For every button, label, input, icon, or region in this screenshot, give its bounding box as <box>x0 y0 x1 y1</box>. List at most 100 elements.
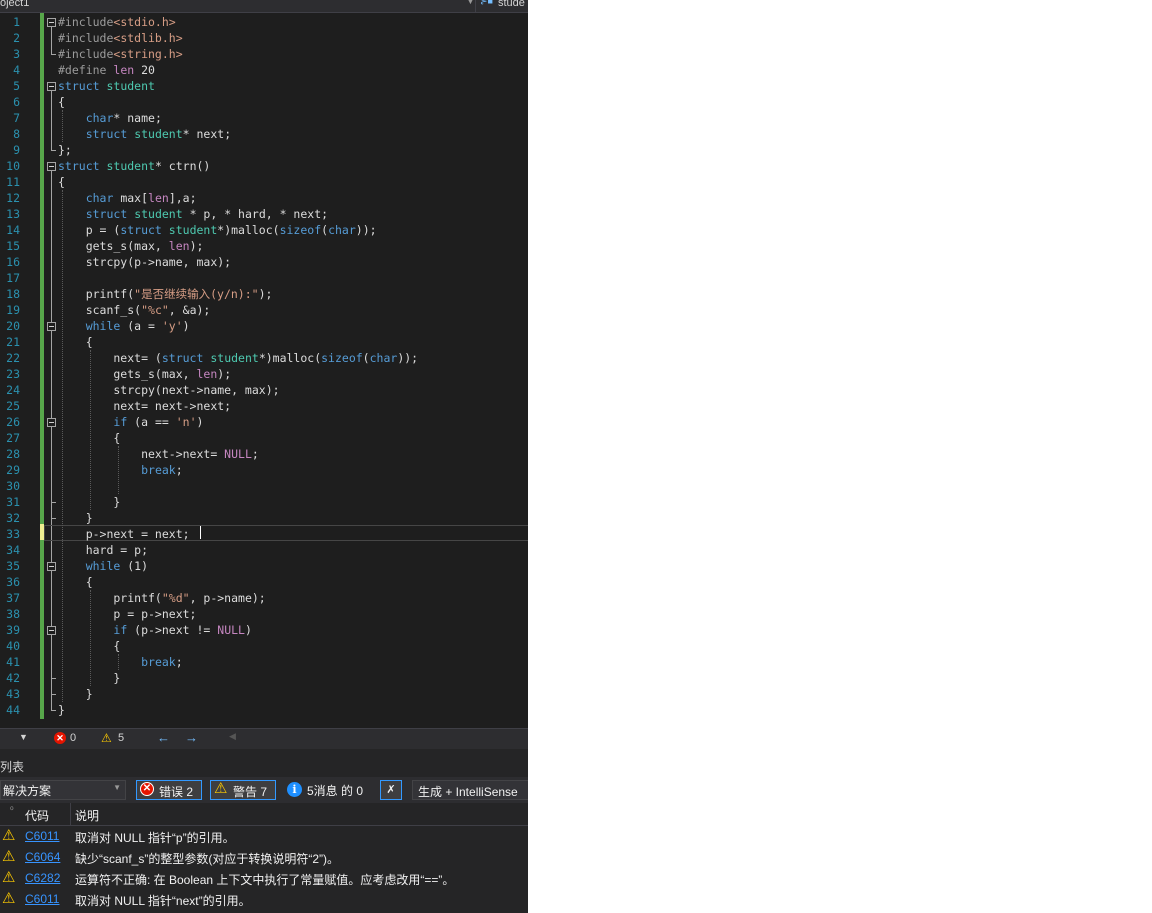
collapse-toggle-icon[interactable] <box>47 82 56 91</box>
code-editor[interactable]: 1 2 3 4 5 6 7 8 9 10 11 12 13 14 15 16 17 18 19 20 21 22 23 24 2… <box>0 13 528 728</box>
indent-guide <box>90 590 91 686</box>
warning-icon: ⚠ <box>2 869 16 886</box>
code-line[interactable]: #define len 20 <box>58 62 155 78</box>
code-line[interactable]: { <box>58 334 93 350</box>
code-line[interactable]: #include<stdlib.h> <box>58 30 183 46</box>
code-line[interactable]: #include<stdio.h> <box>58 14 176 30</box>
errors-filter-button[interactable]: ✕ 错误 2 <box>136 780 202 800</box>
code-line[interactable]: strcpy(p->name, max); <box>58 254 231 270</box>
warning-code-link[interactable]: C6011 <box>25 892 59 906</box>
code-line[interactable]: strcpy(next->name, max); <box>58 382 279 398</box>
code-line[interactable]: printf("是否继续输入(y/n):"); <box>58 286 273 302</box>
line-number: 33 <box>6 527 20 541</box>
code-line[interactable]: scanf_s("%c", &a); <box>58 302 211 318</box>
code-line[interactable]: struct student <box>58 78 155 94</box>
code-line[interactable]: break; <box>58 462 183 478</box>
next-issue-icon[interactable]: → <box>185 730 198 745</box>
warning-icon[interactable]: ⚠ <box>101 731 112 745</box>
code-line[interactable]: break; <box>58 654 183 670</box>
scope-dropdown[interactable]: 解决方案 ▼ <box>0 780 126 800</box>
table-row[interactable]: ⚠ C6011 取消对 NULL 指针“next”的引用。 <box>0 889 528 910</box>
zoom-dropdown-icon[interactable]: ▼ <box>19 732 28 742</box>
sort-icon[interactable]: ⁰ <box>10 805 14 816</box>
column-header-code[interactable]: 代码 <box>25 807 49 824</box>
fold-end <box>51 518 56 519</box>
code-line[interactable]: while (1) <box>58 558 148 574</box>
code-line[interactable]: struct student * p, * hard, * next; <box>58 206 328 222</box>
code-line[interactable]: if (a == 'n') <box>58 414 203 430</box>
code-line[interactable]: p = p->next; <box>58 606 196 622</box>
clear-filter-button[interactable]: ✗ <box>380 780 402 800</box>
indent-guide <box>62 190 63 702</box>
errors-filter-label: 错误 2 <box>159 785 194 799</box>
line-number: 19 <box>6 303 20 317</box>
code-line[interactable]: while (a = 'y') <box>58 318 190 334</box>
chevron-down-icon[interactable]: ▼ <box>466 0 475 6</box>
info-icon[interactable]: i <box>287 782 302 797</box>
code-line[interactable]: next= next->next; <box>58 398 231 414</box>
code-line[interactable]: if (p->next != NULL) <box>58 622 252 638</box>
warning-code-link[interactable]: C6064 <box>25 850 60 864</box>
scroll-left-icon[interactable]: ◀ <box>229 731 236 742</box>
line-number: 14 <box>6 223 20 237</box>
code-line[interactable]: char* name; <box>58 110 162 126</box>
column-divider[interactable] <box>70 803 71 825</box>
indent-guide <box>118 654 119 670</box>
collapse-toggle-icon[interactable] <box>47 562 56 571</box>
line-number: 28 <box>6 447 20 461</box>
table-row[interactable]: ⚠ C6064 缺少“scanf_s”的整型参数(对应于转换说明符“2”)。 <box>0 847 528 868</box>
collapse-toggle-icon[interactable] <box>47 162 56 171</box>
code-line[interactable]: char max[len],a; <box>58 190 197 206</box>
code-area[interactable]: #include<stdio.h> #include<stdlib.h> #incl… <box>58 13 528 728</box>
build-source-dropdown[interactable]: 生成 + IntelliSense <box>412 780 528 800</box>
code-line[interactable]: hard = p; <box>58 542 148 558</box>
line-number: 39 <box>6 623 20 637</box>
code-line[interactable]: struct student* next; <box>58 126 231 142</box>
code-line[interactable]: gets_s(max, len); <box>58 366 231 382</box>
code-line[interactable]: }; <box>58 142 72 158</box>
line-number: 15 <box>6 239 20 253</box>
warning-description: 运算符不正确: 在 Boolean 上下文中执行了常量赋值。应考虑改用“==”。 <box>75 873 455 887</box>
indent-guide <box>90 350 91 510</box>
member-dropdown[interactable]: stude <box>498 0 525 9</box>
code-line[interactable]: { <box>58 94 65 110</box>
previous-issue-icon[interactable]: ← <box>157 730 170 745</box>
messages-filter-label[interactable]: 5消息 的 0 <box>307 782 363 799</box>
warning-code-link[interactable]: C6011 <box>25 829 59 843</box>
code-line[interactable]: } <box>58 702 65 718</box>
line-number: 42 <box>6 671 20 685</box>
code-line[interactable]: next->next= NULL; <box>58 446 259 462</box>
code-line[interactable]: struct student* ctrn() <box>58 158 210 174</box>
table-row[interactable]: ⚠ C6282 运算符不正确: 在 Boolean 上下文中执行了常量赋值。应考… <box>0 868 528 889</box>
project-dropdown[interactable]: oject1 <box>0 0 29 9</box>
fold-line <box>51 91 52 150</box>
code-line[interactable]: { <box>58 574 93 590</box>
code-line[interactable]: #include<string.h> <box>58 46 183 62</box>
code-line[interactable]: } <box>58 510 93 526</box>
code-line[interactable]: p = (struct student*)malloc(sizeof(char)… <box>58 222 377 238</box>
table-row[interactable]: ⚠ C6011 取消对 NULL 指针“p”的引用。 <box>0 826 528 847</box>
warnings-filter-button[interactable]: ⚠ 警告 7 <box>210 780 276 800</box>
navigation-bar: oject1 ▼ ⊱■ stude <box>0 0 528 13</box>
collapse-toggle-icon[interactable] <box>47 322 56 331</box>
code-line[interactable]: p->next = next; <box>58 526 190 542</box>
editor-status-strip: ▼ ✕ 0 ⚠ 5 ← → ◀ <box>0 728 528 749</box>
code-line[interactable]: next= (struct student*)malloc(sizeof(cha… <box>58 350 418 366</box>
column-header-description[interactable]: 说明 <box>75 807 99 824</box>
code-line[interactable]: } <box>58 686 93 702</box>
warning-count[interactable]: 5 <box>118 732 124 744</box>
collapse-toggle-icon[interactable] <box>47 18 56 27</box>
code-line[interactable]: { <box>58 174 65 190</box>
warning-code-link[interactable]: C6282 <box>25 871 60 885</box>
error-icon[interactable]: ✕ <box>54 732 66 744</box>
fold-line <box>51 27 52 54</box>
code-line[interactable]: gets_s(max, len); <box>58 238 204 254</box>
collapse-toggle-icon[interactable] <box>47 626 56 635</box>
warning-description: 缺少“scanf_s”的整型参数(对应于转换说明符“2”)。 <box>75 852 340 866</box>
indent-guide <box>118 446 119 494</box>
divider <box>475 0 476 12</box>
error-count[interactable]: 0 <box>70 732 76 744</box>
collapse-toggle-icon[interactable] <box>47 418 56 427</box>
error-list-header: ⁰ 代码 说明 <box>0 803 528 826</box>
build-source-label: 生成 + IntelliSense <box>418 785 518 799</box>
